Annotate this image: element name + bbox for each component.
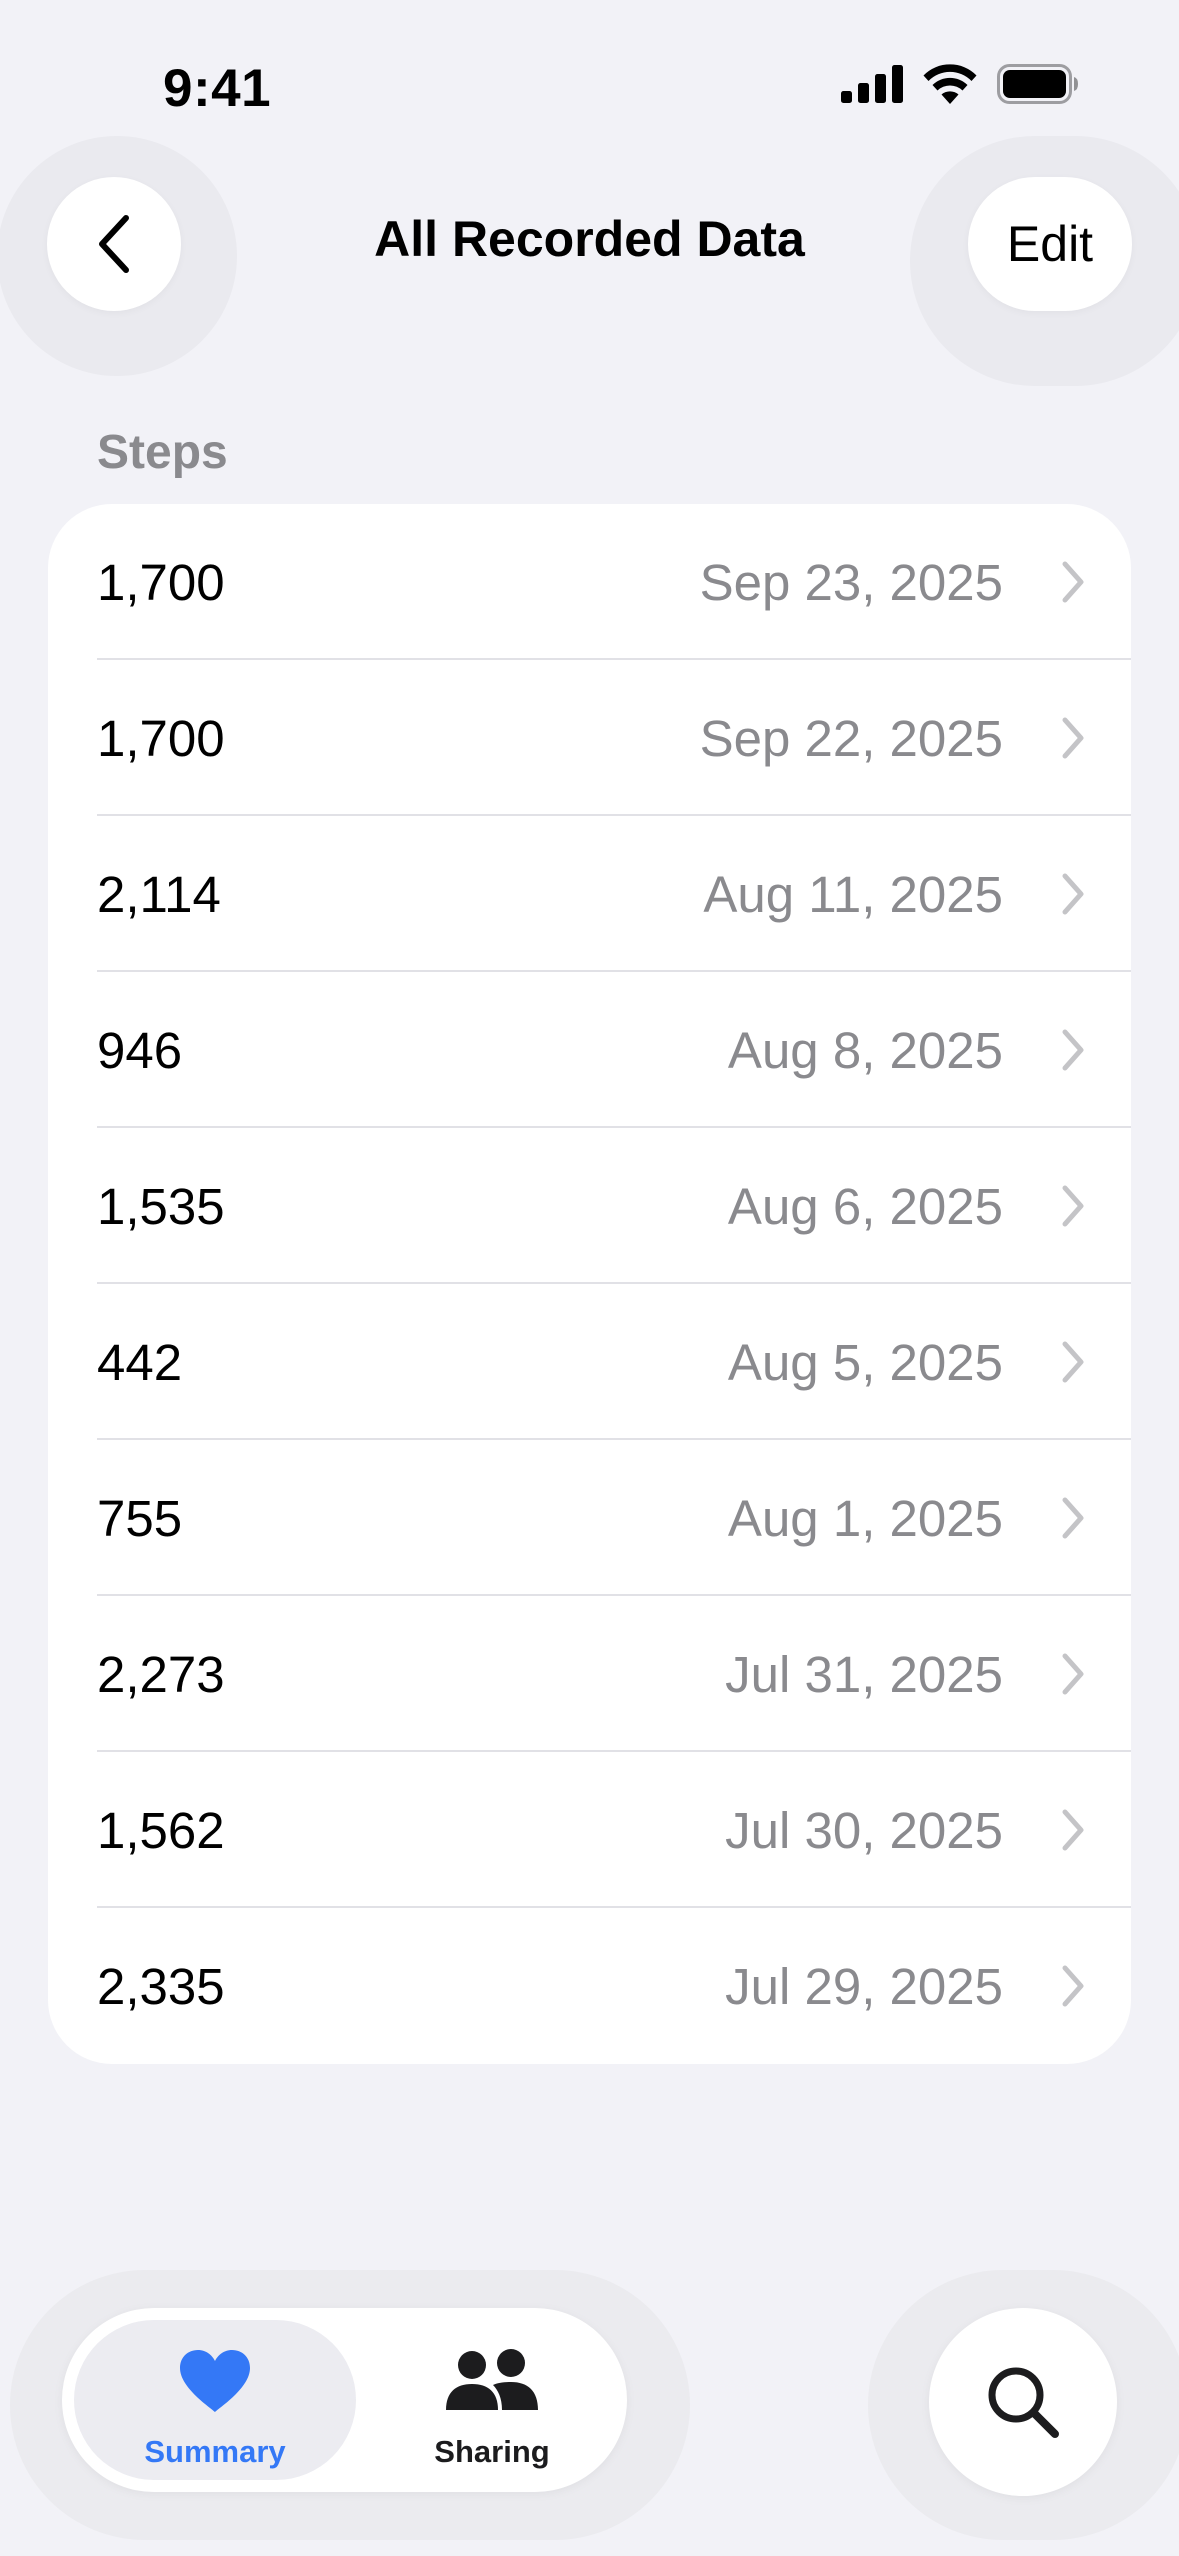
records-list: 1,700 Sep 23, 2025 1,700 Sep 22, 2025 2,… [48, 504, 1131, 2064]
list-item[interactable]: 2,335 Jul 29, 2025 [48, 1908, 1131, 2064]
tab-summary-label: Summary [144, 2434, 286, 2469]
record-date: Aug 1, 2025 [727, 1489, 1003, 1547]
record-date: Jul 31, 2025 [725, 1645, 1003, 1703]
chevron-right-icon [1062, 1653, 1084, 1695]
record-value: 1,562 [97, 1801, 225, 1859]
list-item[interactable]: 2,114 Aug 11, 2025 [48, 816, 1131, 972]
list-item[interactable]: 442 Aug 5, 2025 [48, 1284, 1131, 1440]
record-date: Aug 8, 2025 [727, 1021, 1003, 1079]
list-item[interactable]: 1,700 Sep 22, 2025 [48, 660, 1131, 816]
record-value: 2,114 [97, 865, 221, 923]
status-time: 9:41 [163, 59, 272, 118]
chevron-right-icon [1062, 1497, 1084, 1539]
record-date: Sep 22, 2025 [699, 709, 1003, 767]
chevron-right-icon [1062, 1185, 1084, 1227]
tab-sharing[interactable]: Sharing [372, 2320, 612, 2480]
record-value: 1,700 [97, 709, 225, 767]
chevron-right-icon [1062, 1809, 1084, 1851]
chevron-right-icon [1062, 561, 1084, 603]
battery-icon [997, 64, 1078, 104]
search-button[interactable] [929, 2308, 1117, 2496]
magnifying-glass-icon [988, 2367, 1059, 2438]
record-value: 946 [97, 1021, 183, 1079]
record-value: 2,273 [97, 1645, 225, 1703]
record-date: Aug 11, 2025 [703, 865, 1003, 923]
record-value: 2,335 [97, 1957, 225, 2015]
heart-icon [180, 2350, 250, 2412]
record-date: Sep 23, 2025 [699, 553, 1003, 611]
list-item[interactable]: 1,562 Jul 30, 2025 [48, 1752, 1131, 1908]
record-date: Jul 30, 2025 [725, 1801, 1003, 1859]
chevron-right-icon [1062, 717, 1084, 759]
record-date: Aug 6, 2025 [727, 1177, 1003, 1235]
wifi-icon [923, 64, 977, 104]
record-value: 1,535 [97, 1177, 225, 1235]
chevron-right-icon [1062, 1341, 1084, 1383]
chevron-right-icon [1062, 1029, 1084, 1071]
record-value: 755 [97, 1489, 183, 1547]
tab-bar: Summary Sharing [62, 2308, 627, 2492]
list-item[interactable]: 946 Aug 8, 2025 [48, 972, 1131, 1128]
people-icon [446, 2349, 538, 2410]
record-value: 442 [97, 1333, 183, 1391]
tab-sharing-label: Sharing [434, 2434, 550, 2469]
record-value: 1,700 [97, 553, 225, 611]
list-item[interactable]: 1,535 Aug 6, 2025 [48, 1128, 1131, 1284]
section-header: Steps [97, 426, 228, 479]
list-item[interactable]: 755 Aug 1, 2025 [48, 1440, 1131, 1596]
record-date: Jul 29, 2025 [725, 1957, 1003, 2015]
list-item[interactable]: 1,700 Sep 23, 2025 [48, 504, 1131, 660]
chevron-right-icon [1062, 873, 1084, 915]
status-icons [841, 64, 1079, 104]
list-item[interactable]: 2,273 Jul 31, 2025 [48, 1596, 1131, 1752]
tab-summary[interactable]: Summary [74, 2320, 356, 2480]
record-date: Aug 5, 2025 [727, 1333, 1003, 1391]
chevron-right-icon [1062, 1965, 1084, 2007]
edit-button[interactable]: Edit [968, 177, 1132, 311]
cellular-signal-icon [841, 65, 903, 103]
